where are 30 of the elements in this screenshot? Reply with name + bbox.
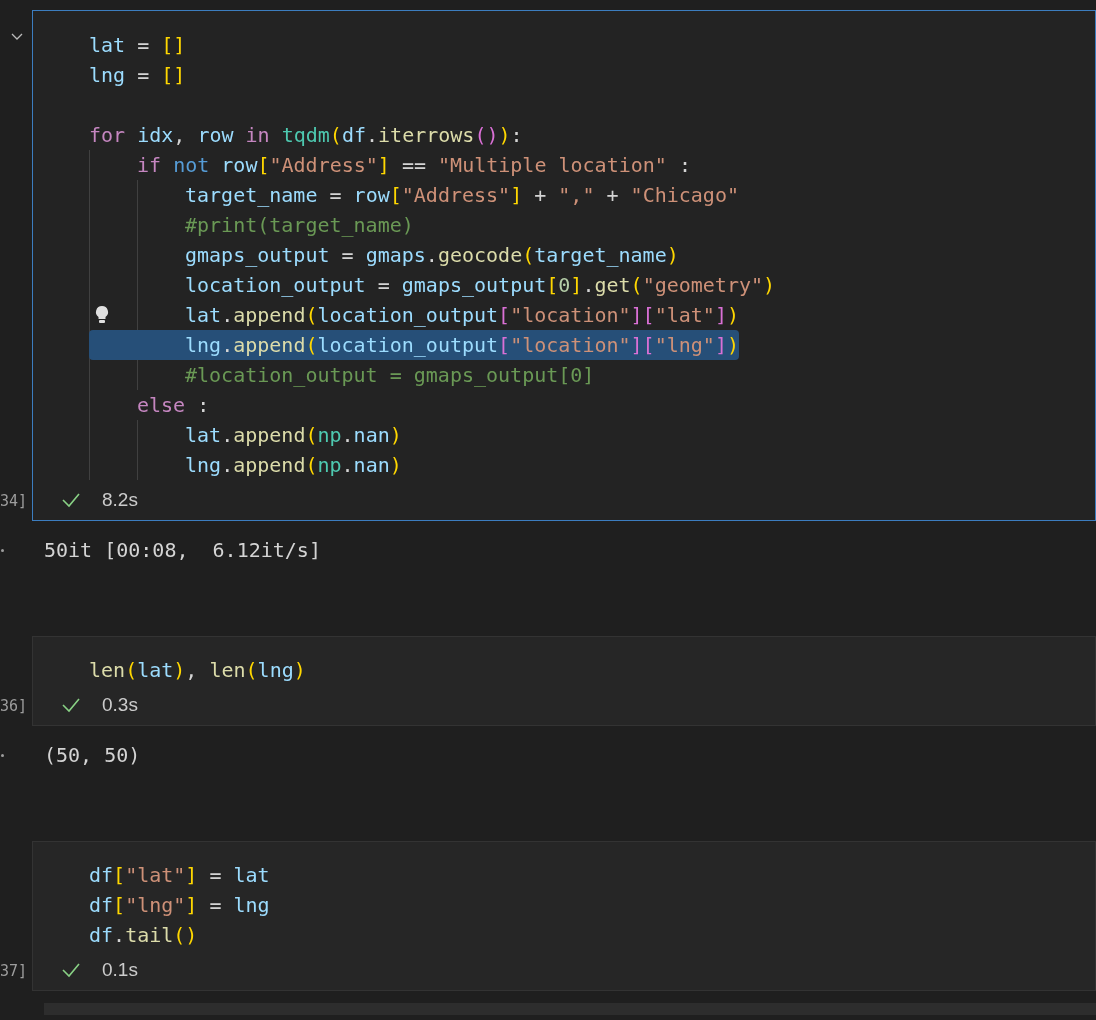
code-line: else : [137, 392, 210, 419]
lightbulb-icon[interactable] [93, 305, 111, 325]
execution-count: 36] [0, 696, 28, 716]
code-line: gmaps_output = gmaps.geocode(target_name) [185, 242, 679, 269]
execution-count: 34] [0, 491, 28, 511]
code-cell[interactable]: len(lat), len(lng) 0.3s [32, 636, 1096, 726]
execution-time: 8.2s [102, 487, 138, 512]
output-text: (50, 50) [44, 742, 141, 769]
code-line: #location_output = gmaps_output[0] [185, 362, 595, 389]
code-line: lat = [] [89, 32, 186, 59]
chevron-down-icon[interactable] [11, 33, 23, 41]
code-line: df["lng"] = lng [89, 892, 270, 919]
output-text: 50it [00:08, 6.12it/s] [44, 537, 321, 564]
execution-count: 37] [0, 961, 28, 981]
execution-time: 0.3s [102, 692, 138, 717]
code-line: len(lat), len(lng) [89, 657, 306, 684]
code-cell[interactable]: df["lat"] = lat df["lng"] = lng df.tail() 0.1s [32, 841, 1096, 991]
code-line: #print(target_name) [185, 212, 414, 239]
code-line: lng.append(np.nan) [185, 452, 402, 479]
code-line: lng = [] [89, 62, 186, 89]
code-line: for idx, row in tqdm(df.iterrows()): [89, 122, 523, 149]
code-line: target_name = row["Address"] + "," + "Chicago" [185, 182, 739, 209]
execution-time: 0.1s [102, 957, 138, 982]
focused-code-cell[interactable] [32, 10, 1096, 521]
code-line: df["lat"] = lat [89, 862, 270, 889]
code-line: lat.append(location_output["location"]["lat"]) [185, 302, 739, 329]
code-line: df.tail() [89, 922, 198, 949]
code-line: if not row["Address"] == "Multiple location" : [137, 152, 691, 179]
code-line: lat.append(np.nan) [185, 422, 402, 449]
code-line: location_output = gmaps_output[0].get("geometry") [185, 272, 776, 299]
